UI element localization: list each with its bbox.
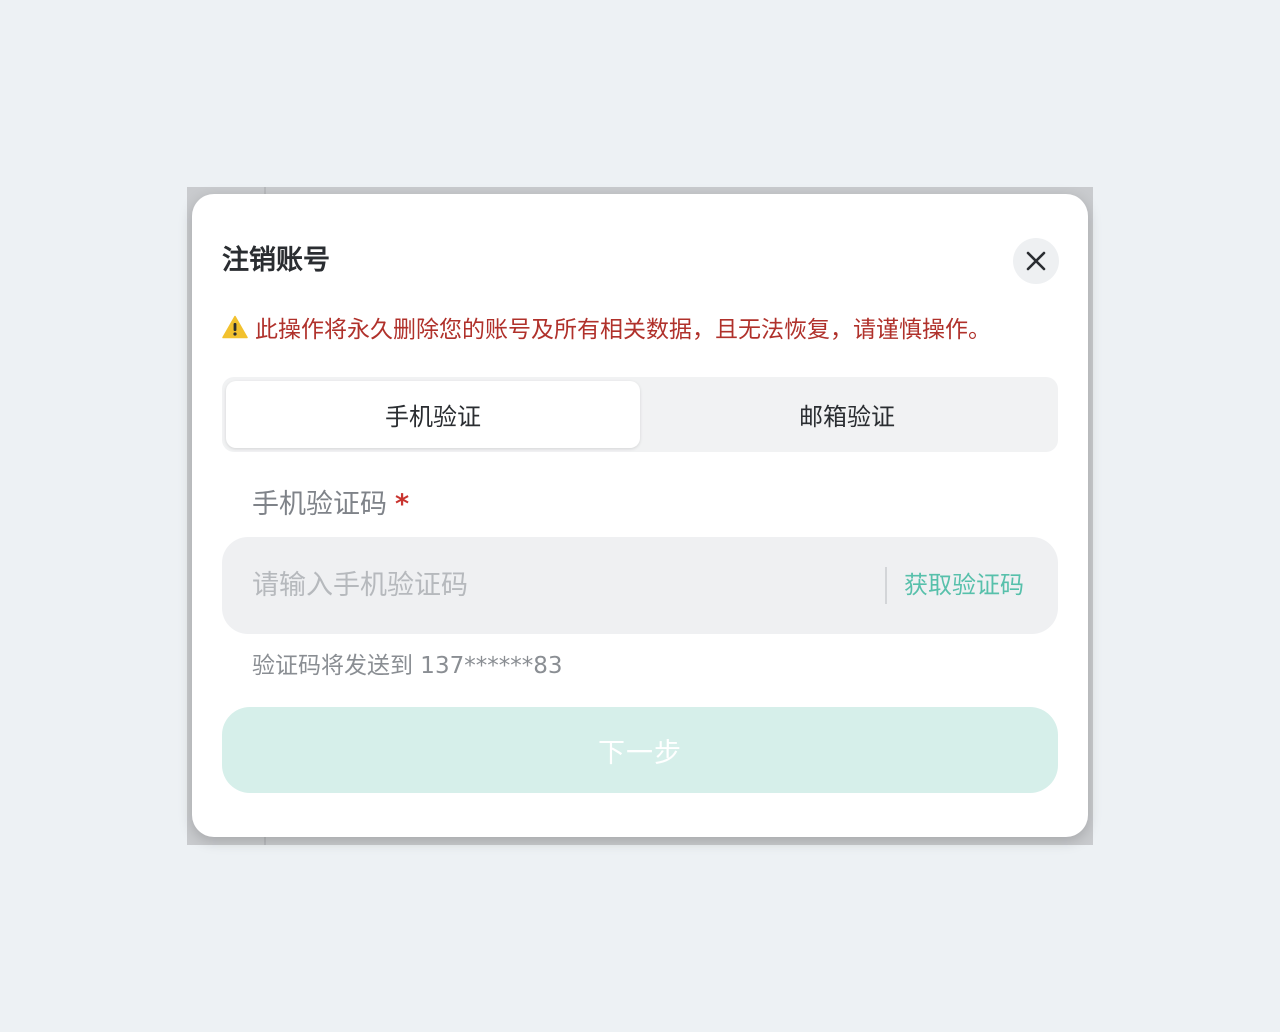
phone-code-label-text: 手机验证码 (252, 489, 387, 520)
dialog-title: 注销账号 (222, 245, 330, 276)
close-button[interactable] (1013, 238, 1059, 284)
send-hint: 验证码将发送到 137******83 (252, 653, 563, 679)
delete-account-dialog: 注销账号 此操作将永久删除您的账号及所有相关数据，且无法恢复，请谨慎操作。 手机… (192, 194, 1088, 837)
warning-text: 此操作将永久删除您的账号及所有相关数据，且无法恢复，请谨慎操作。 (255, 317, 991, 343)
tab-phone-verification[interactable]: 手机验证 (226, 381, 640, 448)
warning-message: 此操作将永久删除您的账号及所有相关数据，且无法恢复，请谨慎操作。 (222, 309, 991, 345)
get-code-button[interactable]: 获取验证码 (904, 567, 1024, 604)
input-divider (885, 567, 887, 604)
phone-code-field: 获取验证码 (222, 537, 1058, 634)
required-mark: * (395, 489, 410, 520)
phone-code-label: 手机验证码 * (252, 487, 409, 523)
verification-tabs: 手机验证 邮箱验证 (222, 377, 1058, 452)
phone-code-input[interactable] (252, 559, 852, 611)
tab-email-verification[interactable]: 邮箱验证 (640, 381, 1054, 448)
warning-icon (222, 315, 248, 339)
next-button[interactable]: 下一步 (222, 707, 1058, 793)
close-icon (1026, 251, 1046, 271)
